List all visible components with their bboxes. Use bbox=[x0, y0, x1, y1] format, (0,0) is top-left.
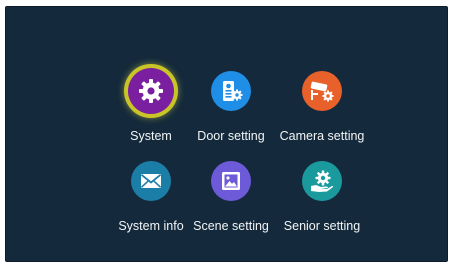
picture-icon bbox=[211, 161, 251, 201]
menu-item-camera-setting[interactable]: Camera setting bbox=[268, 71, 376, 151]
gear-icon bbox=[128, 68, 174, 114]
hand-gear-icon bbox=[302, 161, 342, 201]
menu-item-label: Senior setting bbox=[283, 219, 361, 233]
door-phone-icon bbox=[211, 71, 251, 111]
security-camera-icon bbox=[302, 71, 342, 111]
menu-item-senior-setting[interactable]: Senior setting bbox=[268, 161, 376, 241]
menu-item-label: Camera setting bbox=[279, 129, 365, 143]
main-menu-screen: System Door setting Camera setting Syste… bbox=[5, 6, 448, 262]
envelope-icon bbox=[131, 161, 171, 201]
